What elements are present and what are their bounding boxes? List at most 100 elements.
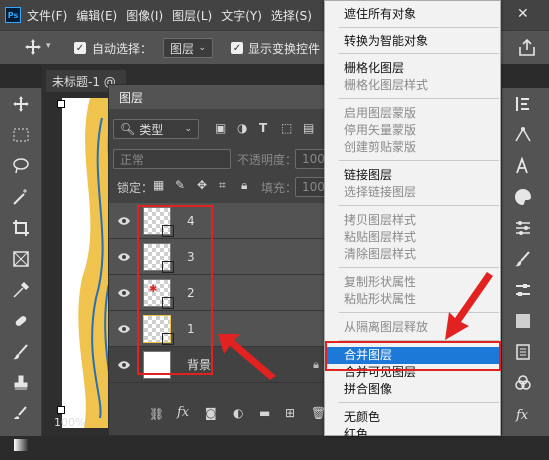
annotation-box	[137, 205, 213, 375]
eye-icon[interactable]	[109, 288, 139, 298]
fx-icon[interactable]: fx	[177, 405, 189, 420]
layers-panel-title[interactable]: 图层	[119, 89, 143, 106]
auto-select-checkbox[interactable]: ✓	[74, 42, 86, 54]
right-panel-icons: fx	[502, 88, 549, 436]
gradient-swatch-icon	[516, 313, 530, 328]
properties-panel-button[interactable]	[502, 274, 544, 305]
opacity-label: 不透明度：	[237, 153, 298, 167]
lock-artboard-icon[interactable]: ⌗	[219, 178, 226, 193]
lock-all-icon[interactable]: 🔒︎	[241, 178, 247, 193]
brushes-panel-button[interactable]	[502, 243, 544, 274]
menu-item-select-linked[interactable]: 选择链接图层	[325, 184, 500, 201]
history-brush-tool[interactable]	[0, 398, 42, 429]
menu-item-no-color[interactable]: 无颜色	[325, 409, 500, 426]
sliders-icon	[516, 220, 530, 235]
crop-icon	[13, 219, 29, 236]
layers-panel: 图层 🔍︎ 类型 ⌄ ▣ ◑ T ⬚ ▤ 正常 不透明度： 100% 锁定： ▦…	[108, 84, 329, 436]
healing-brush-icon	[15, 315, 27, 326]
brush-tool[interactable]	[0, 336, 42, 367]
adjustments-panel-button[interactable]	[502, 212, 544, 243]
transform-handle[interactable]	[57, 406, 65, 414]
healing-tool[interactable]	[0, 305, 42, 336]
link-icon[interactable]: ⛓	[149, 407, 164, 421]
transform-controls-checkbox[interactable]: ✓	[231, 42, 243, 54]
photoshop-logo: Ps	[5, 7, 21, 23]
filter-type-icon[interactable]: T	[259, 121, 267, 135]
blend-mode-dropdown[interactable]: 正常	[113, 149, 231, 169]
menu-type[interactable]: 文字(Y)	[221, 7, 262, 24]
layer-filter-dropdown[interactable]: 🔍︎ 类型 ⌄	[113, 119, 199, 139]
menu-item-mask-all[interactable]: 遮住所有对象	[325, 6, 500, 23]
channels-panel-button[interactable]	[502, 367, 544, 398]
menu-item-copy-layer-style[interactable]: 拷贝图层样式	[325, 212, 500, 229]
menu-item-paste-layer-style[interactable]: 粘贴图层样式	[325, 229, 500, 246]
menu-item-flatten-image[interactable]: 拼合图像	[325, 381, 500, 398]
move-icon	[13, 95, 29, 112]
menu-file[interactable]: 文件(F)	[27, 7, 67, 24]
auto-select-value: 图层	[170, 41, 195, 56]
fx-panel-button[interactable]: fx	[502, 398, 544, 429]
menu-item-create-clipping-mask[interactable]: 创建剪贴蒙版	[325, 139, 500, 156]
chevron-down-icon: ⌄	[184, 124, 192, 134]
frame-tool[interactable]	[0, 243, 42, 274]
move-tool[interactable]	[0, 88, 42, 119]
crop-tool[interactable]	[0, 212, 42, 243]
auto-select-dropdown[interactable]: 图层 ⌄	[163, 38, 213, 58]
magic-wand-tool[interactable]	[0, 181, 42, 212]
transform-controls-label: 显示变换控件	[248, 42, 321, 56]
menu-item-rasterize-layer[interactable]: 栅格化图层	[325, 60, 500, 77]
gradient-tool[interactable]	[0, 429, 42, 460]
eye-icon[interactable]	[109, 252, 139, 262]
filter-shape-icon[interactable]: ⬚	[281, 121, 292, 135]
new-layer-icon[interactable]: ⊞	[285, 406, 295, 420]
character-panel-button[interactable]	[502, 150, 544, 181]
eye-icon[interactable]	[109, 324, 139, 334]
lasso-tool[interactable]	[0, 150, 42, 181]
pen-path-icon	[515, 126, 531, 141]
menu-item-enable-layer-mask[interactable]: 启用图层蒙版	[325, 105, 500, 122]
lock-position-icon[interactable]: ✥	[197, 178, 207, 192]
zoom-level: 100%	[54, 416, 86, 429]
swatches-panel-button[interactable]	[502, 305, 544, 336]
filter-pixel-icon[interactable]: ▣	[215, 121, 226, 135]
annotation-arrow	[445, 272, 493, 340]
filter-adjustment-icon[interactable]: ◑	[237, 121, 247, 135]
stamp-tool[interactable]	[0, 367, 42, 398]
menu-item-clear-layer-style[interactable]: 清除图层样式	[325, 246, 500, 263]
menu-item-convert-smart-object[interactable]: 转换为智能对象	[325, 33, 500, 50]
menu-edit[interactable]: 编辑(E)	[76, 7, 117, 24]
color-panel-button[interactable]	[502, 181, 544, 212]
new-group-icon[interactable]: ▬	[259, 406, 270, 420]
brush-icon	[515, 250, 530, 266]
eye-icon[interactable]	[109, 360, 139, 370]
layers-panel-footer: ⛓ fx ◙ ◐ ▬ ⊞ 🗑︎	[109, 395, 327, 435]
close-icon[interactable]: ✕	[517, 6, 529, 22]
menu-item-red[interactable]: 红色	[325, 426, 500, 437]
marquee-tool[interactable]	[0, 119, 42, 150]
libraries-panel-button[interactable]	[502, 336, 544, 367]
adjustment-layer-icon[interactable]: ◐	[233, 406, 243, 420]
share-icon[interactable]	[516, 37, 538, 59]
menu-image[interactable]: 图像(I)	[126, 7, 163, 24]
transform-handle[interactable]	[57, 100, 65, 108]
menu-layer[interactable]: 图层(L)	[172, 7, 212, 24]
move-tool-icon	[24, 38, 42, 60]
menu-item-link-layers[interactable]: 链接图层	[325, 167, 500, 184]
annotation-arrow	[218, 334, 276, 380]
lock-transparent-icon[interactable]: ▦	[153, 178, 164, 192]
menu-select[interactable]: 选择(S)	[271, 7, 312, 24]
history-panel-button[interactable]	[502, 88, 544, 119]
marquee-icon	[13, 128, 29, 141]
filter-smart-object-icon[interactable]: ▤	[303, 121, 314, 135]
channels-icon	[515, 374, 531, 390]
add-mask-icon[interactable]: ◙	[205, 406, 217, 420]
tool-preset-chevron-icon[interactable]: ▾	[46, 41, 51, 51]
lock-paint-icon[interactable]: ✎	[175, 178, 185, 192]
eyedropper-tool[interactable]	[0, 274, 42, 305]
libraries-icon	[516, 343, 530, 360]
properties-icon	[516, 283, 530, 296]
eye-icon[interactable]	[109, 216, 139, 226]
menu-item-rasterize-style[interactable]: 栅格化图层样式	[325, 77, 500, 94]
menu-item-disable-vector-mask[interactable]: 停用矢量蒙版	[325, 122, 500, 139]
paths-panel-button[interactable]	[502, 119, 544, 150]
